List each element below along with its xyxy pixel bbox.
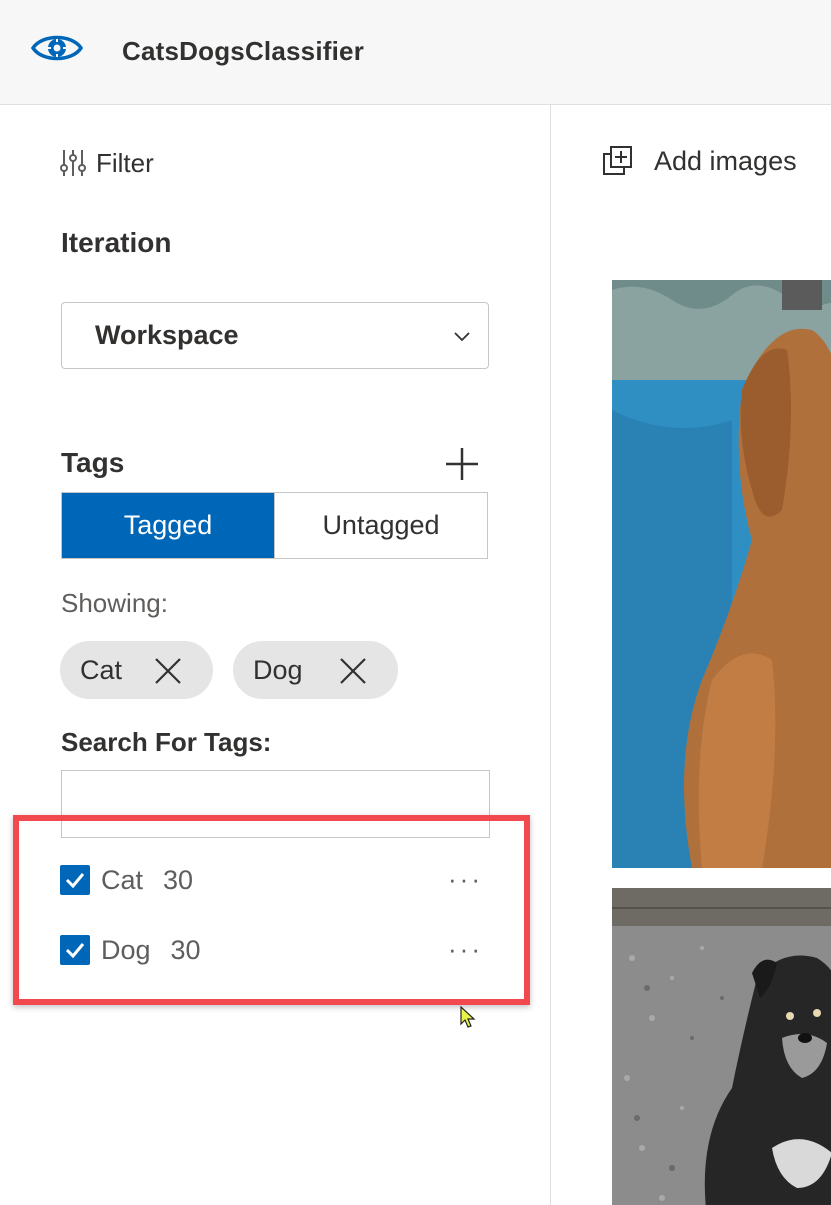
tag-name: Dog	[101, 934, 151, 965]
search-tags-input[interactable]	[61, 770, 490, 838]
more-options-button[interactable]: ···	[448, 934, 483, 965]
sidebar: Filter Iteration Workspace Tags Tagged U…	[0, 105, 551, 1205]
dog-photo	[612, 280, 831, 868]
tag-checkbox-dog[interactable]	[60, 935, 90, 965]
iteration-dropdown[interactable]: Workspace	[61, 302, 489, 369]
tag-row-cat: Cat 30 ···	[60, 860, 490, 900]
mouse-cursor-icon	[460, 1006, 476, 1028]
checkmark-icon	[65, 873, 85, 889]
tagged-toggle: Tagged Untagged	[61, 492, 488, 559]
highlight-box	[13, 815, 530, 1005]
iteration-value: Workspace	[95, 320, 239, 350]
chip-label: Dog	[253, 654, 303, 685]
tag-row-dog: Dog 30 ···	[60, 930, 490, 970]
eye-gear-icon[interactable]	[30, 28, 84, 68]
add-image-icon	[603, 146, 632, 175]
tag-count: 30	[170, 934, 201, 965]
add-images-label: Add images	[654, 145, 797, 176]
showing-label: Showing:	[61, 588, 168, 618]
filter-chip-dog: Dog	[233, 641, 398, 699]
image-thumbnail[interactable]	[612, 888, 831, 1205]
add-tag-icon[interactable]	[443, 445, 481, 483]
tag-count: 30	[163, 864, 194, 895]
untagged-button[interactable]: Untagged	[274, 493, 487, 558]
close-icon[interactable]	[338, 656, 368, 686]
top-bar: CatsDogsClassifier	[0, 0, 831, 105]
filter-label: Filter	[96, 147, 154, 178]
image-thumbnail[interactable]	[612, 280, 831, 868]
checkmark-icon	[65, 943, 85, 959]
app-title: CatsDogsClassifier	[122, 36, 365, 66]
chevron-down-icon	[454, 332, 470, 342]
tagged-button[interactable]: Tagged	[62, 493, 274, 558]
close-icon[interactable]	[153, 656, 183, 686]
filter-icon	[60, 150, 86, 176]
iteration-label: Iteration	[61, 227, 172, 258]
add-images-button[interactable]: Add images	[602, 145, 797, 177]
dog-photo	[612, 888, 831, 1205]
main-content: Add images	[552, 105, 831, 1205]
filter-button[interactable]: Filter	[58, 143, 154, 183]
tags-label: Tags	[61, 447, 125, 478]
chip-label: Cat	[80, 654, 123, 685]
filter-chip-cat: Cat	[60, 641, 213, 699]
more-options-button[interactable]: ···	[448, 864, 483, 895]
tag-name: Cat	[101, 864, 144, 895]
tag-checkbox-cat[interactable]	[60, 865, 90, 895]
search-tags-label: Search For Tags:	[61, 727, 272, 757]
